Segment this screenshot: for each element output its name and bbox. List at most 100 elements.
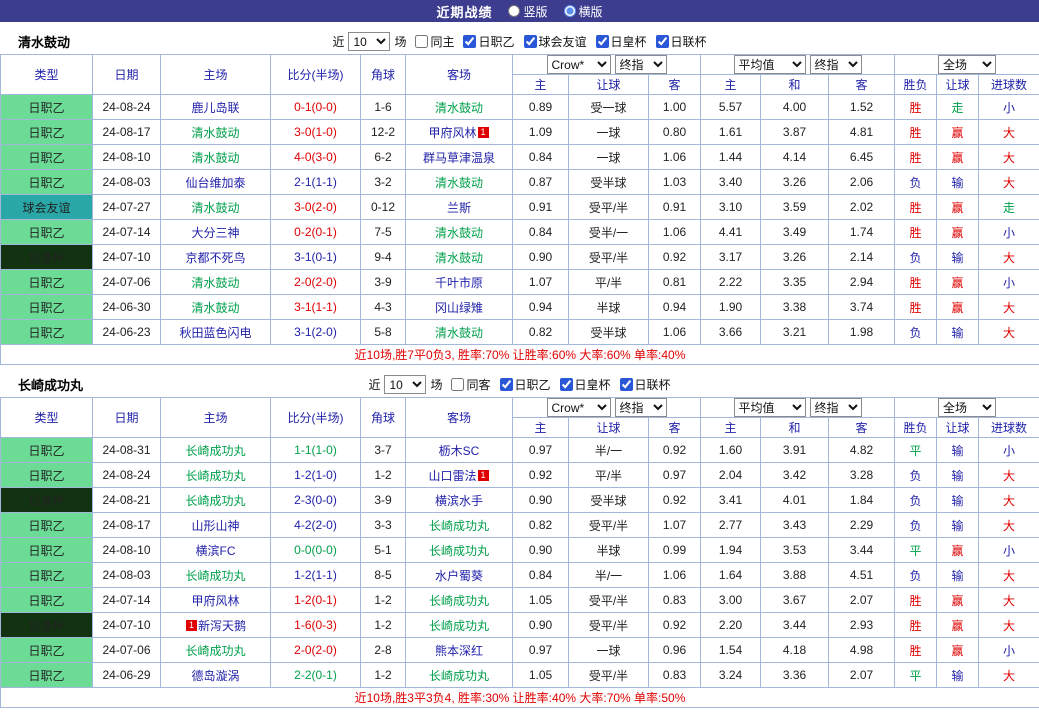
filter-checkbox-input[interactable] [596,35,609,48]
filter-checkbox-input[interactable] [560,378,573,391]
away-team-name[interactable]: 清水鼓动 [435,226,483,240]
filter-checkbox-2[interactable]: 日皇杯 [560,376,611,393]
away-team-name[interactable]: 清水鼓动 [435,176,483,190]
home-team-name[interactable]: 清水鼓动 [191,301,239,315]
match-date: 24-07-10 [93,245,161,270]
recent-count-select[interactable]: 10 [348,32,390,51]
away-team-name[interactable]: 山口雷法 [428,469,476,483]
view-option-horizontal[interactable]: 横版 [564,3,603,20]
result-outcome: 胜 [895,295,937,320]
match-date: 24-08-24 [93,463,161,488]
horizontal-radio-input[interactable] [564,5,576,17]
sub-column-header: 客 [829,75,895,95]
away-team-name[interactable]: 枥木SC [439,444,480,458]
home-team-name[interactable]: 新泻天鹅 [198,619,246,633]
home-team-name[interactable]: 清水鼓动 [191,151,239,165]
home-odds: 1.09 [513,120,569,145]
home-team-name[interactable]: 鹿儿岛联 [191,101,239,115]
filter-checkbox-4[interactable]: 日联杯 [656,33,707,50]
away-team-name[interactable]: 千叶市原 [435,276,483,290]
home-team-name[interactable]: 山形山神 [191,519,239,533]
corners-count: 1-6 [361,95,406,120]
scope-select[interactable]: 全场 [938,55,996,74]
away-team-name[interactable]: 群马草津温泉 [423,151,495,165]
recent-count-select[interactable]: 10 [384,375,426,394]
away-team-name[interactable]: 长崎成功丸 [429,594,489,608]
page-title: 近期战绩 [436,2,492,21]
filter-checkbox-1[interactable]: 日职乙 [463,33,514,50]
filter-checkbox-2[interactable]: 球会友谊 [524,33,587,50]
filter-checkbox-0[interactable]: 同客 [451,376,490,393]
away-team-name[interactable]: 长崎成功丸 [429,519,489,533]
home-team-name[interactable]: 清水鼓动 [191,201,239,215]
home-team-name[interactable]: 长崎成功丸 [185,444,245,458]
view-option-vertical[interactable]: 竖版 [508,3,547,20]
away-team-name[interactable]: 甲府风林 [428,126,476,140]
result-goals: 小 [979,270,1039,295]
home-team-name[interactable]: 德岛漩涡 [191,669,239,683]
match-score: 3-1(2-0) [271,320,361,345]
home-team-name[interactable]: 清水鼓动 [191,276,239,290]
average-select[interactable]: 平均值 [734,398,806,417]
result-outcome: 平 [895,438,937,463]
league-badge: 日职乙 [1,120,93,145]
match-score: 3-1(0-1) [271,245,361,270]
vertical-radio-input[interactable] [508,5,520,17]
away-team-name[interactable]: 熊本深红 [435,644,483,658]
result-goals: 大 [979,613,1039,638]
book-time-select[interactable]: 终指 [615,398,667,417]
horizontal-radio-label: 横版 [579,3,603,20]
home-odds: 0.94 [513,295,569,320]
filter-checkbox-input[interactable] [451,378,464,391]
home-odds: 0.90 [513,245,569,270]
away-team-name[interactable]: 长崎成功丸 [429,619,489,633]
filter-checkbox-input[interactable] [463,35,476,48]
filter-checkbox-input[interactable] [524,35,537,48]
home-team-name[interactable]: 横滨FC [196,544,236,558]
home-team-name[interactable]: 长崎成功丸 [185,494,245,508]
filter-checkbox-3[interactable]: 日联杯 [620,376,671,393]
league-badge: 日职乙 [1,588,93,613]
away-team-name[interactable]: 清水鼓动 [435,251,483,265]
result-handicap: 输 [937,488,979,513]
avg-time-select[interactable]: 终指 [810,55,862,74]
filter-checkbox-input[interactable] [415,35,428,48]
filter-checkbox-input[interactable] [620,378,633,391]
avg-time-select[interactable]: 终指 [810,398,862,417]
home-team-name[interactable]: 清水鼓动 [191,126,239,140]
home-team-name[interactable]: 长崎成功丸 [185,569,245,583]
home-team-name[interactable]: 秋田蓝色闪电 [179,326,251,340]
home-team-name[interactable]: 长崎成功丸 [185,644,245,658]
away-team-name[interactable]: 清水鼓动 [435,101,483,115]
away-team-name[interactable]: 冈山绿雉 [435,301,483,315]
result-outcome: 平 [895,663,937,688]
home-team-name[interactable]: 京都不死鸟 [185,251,245,265]
home-team-name[interactable]: 大分三神 [191,226,239,240]
away-team-name[interactable]: 长崎成功丸 [429,544,489,558]
away-team-name[interactable]: 横滨水手 [435,494,483,508]
avg-away-odds: 2.07 [829,588,895,613]
bookmaker-select[interactable]: Crow* [547,55,611,74]
home-cell: 大分三神 [161,220,271,245]
home-team-name[interactable]: 甲府风林 [191,594,239,608]
away-team-name[interactable]: 水户蜀葵 [435,569,483,583]
corners-count: 8-5 [361,563,406,588]
filter-checkbox-1[interactable]: 日职乙 [500,376,551,393]
filter-checkbox-3[interactable]: 日皇杯 [596,33,647,50]
scope-select[interactable]: 全场 [938,398,996,417]
bookmaker-select[interactable]: Crow* [547,398,611,417]
away-team-name[interactable]: 兰斯 [447,201,471,215]
avg-draw-odds: 4.01 [761,488,829,513]
away-team-name[interactable]: 长崎成功丸 [429,669,489,683]
average-select[interactable]: 平均值 [734,55,806,74]
filter-checkbox-input[interactable] [500,378,513,391]
corners-count: 1-2 [361,663,406,688]
filter-checkbox-input[interactable] [656,35,669,48]
filter-checkbox-0[interactable]: 同主 [415,33,454,50]
home-team-name[interactable]: 长崎成功丸 [185,469,245,483]
matches-table: 类型日期主场比分(半场)角球客场Crow*终指平均值终指全场主让球客主和客胜负让… [0,397,1039,708]
book-time-select[interactable]: 终指 [615,55,667,74]
away-odds: 1.03 [649,170,701,195]
home-team-name[interactable]: 仙台维加泰 [185,176,245,190]
away-team-name[interactable]: 清水鼓动 [435,326,483,340]
